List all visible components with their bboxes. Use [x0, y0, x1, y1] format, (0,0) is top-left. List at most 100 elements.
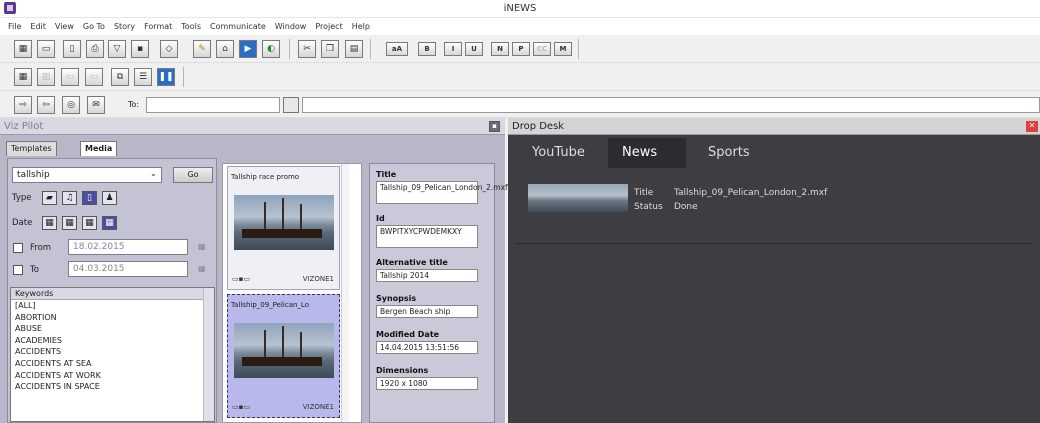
list-item[interactable]: [ALL]	[11, 300, 214, 312]
print-icon[interactable]: ⎙	[86, 40, 104, 58]
normal-button[interactable]: N	[491, 42, 509, 56]
list-item[interactable]: ABUSE	[11, 323, 214, 335]
keywords-header-label: Keywords	[15, 289, 54, 298]
list-item[interactable]: ACCIDENTS AT SEA	[11, 358, 214, 370]
menu-file[interactable]: File	[8, 22, 21, 31]
font-size-button[interactable]: aA	[386, 42, 408, 56]
list-item[interactable]: ACCIDENTS IN SPACE	[11, 381, 214, 393]
tab-sports[interactable]: Sports	[694, 138, 764, 168]
panel2-icon[interactable]: ▭	[61, 68, 79, 86]
to-input[interactable]	[146, 97, 280, 113]
toolbar-row-1: ▦ ▭ ▯ ⎙ ▽ ▪ ◇ ✎ ⌂ ▶ ◐ ✂ ❐ ▤ aA B I U N P…	[0, 36, 1040, 63]
italic-button[interactable]: I	[444, 42, 462, 56]
toolbar-divider	[183, 67, 184, 87]
columns-icon[interactable]: ☰	[134, 68, 152, 86]
layout-icon[interactable]: ▦	[14, 40, 32, 58]
metadata-value[interactable]: BWPITXYCPWDEMKXY	[376, 225, 478, 248]
erase-icon[interactable]: ◇	[160, 40, 178, 58]
menu-story[interactable]: Story	[114, 22, 135, 31]
paste-icon[interactable]: ▤	[345, 40, 363, 58]
metadata-value[interactable]: 14.04.2015 13:51:56	[376, 341, 478, 354]
keywords-list: Keywords [ALL] ABORTION ABUSE ACADEMIES …	[10, 287, 215, 422]
save-icon[interactable]: ▪	[131, 40, 149, 58]
month-calendar-icon[interactable]: ▦	[82, 216, 97, 230]
week-calendar-icon[interactable]: ▦	[62, 216, 77, 230]
menu-project[interactable]: Project	[315, 22, 342, 31]
menu-view[interactable]: View	[55, 22, 74, 31]
pencil-icon[interactable]: ✎	[193, 40, 211, 58]
list-item[interactable]: ABORTION	[11, 312, 214, 324]
document-icon[interactable]: ▯	[63, 40, 81, 58]
to-checkbox[interactable]	[13, 265, 23, 275]
tab-media[interactable]: Media	[80, 141, 118, 156]
tab-templates[interactable]: Templates	[6, 141, 57, 156]
film-icon[interactable]: ▶	[239, 40, 257, 58]
tab-youtube[interactable]: YouTube	[518, 138, 599, 168]
panel3-icon[interactable]: ▭	[85, 68, 103, 86]
cc-button[interactable]: CC	[533, 42, 551, 56]
tab-news[interactable]: News	[608, 138, 686, 168]
media-card[interactable]: Tallship race promo ▭▪▭ VIZONE1	[227, 166, 340, 290]
lock-icon[interactable]: ⌂	[216, 40, 234, 58]
to-date-field[interactable]: 04.03.2015	[68, 261, 188, 277]
copy-icon[interactable]: ❐	[321, 40, 339, 58]
list-item[interactable]: ACCIDENTS AT WORK	[11, 370, 214, 382]
send-icon[interactable]: ⇨	[14, 96, 32, 114]
p-button[interactable]: P	[512, 42, 530, 56]
keywords-scrollbar[interactable]	[203, 288, 214, 421]
attach-icon[interactable]: ◎	[62, 96, 80, 114]
search-input[interactable]: tallship	[12, 167, 162, 183]
pause-icon[interactable]: ❚❚	[157, 68, 175, 86]
item-status-value: Done	[674, 202, 698, 212]
metadata-value[interactable]: 1920 x 1080	[376, 377, 478, 390]
from-date-field[interactable]: 18.02.2015	[68, 239, 188, 255]
keywords-header: Keywords	[11, 288, 214, 300]
menu-edit[interactable]: Edit	[30, 22, 46, 31]
cut-icon[interactable]: ✂	[298, 40, 316, 58]
split-icon[interactable]: ⧉	[111, 68, 129, 86]
bold-button[interactable]: B	[418, 42, 436, 56]
metadata-value[interactable]: Tallship_09_Pelican_London_2.mxf	[376, 181, 508, 204]
calendar-icon[interactable]: ▦	[198, 264, 206, 273]
close-icon[interactable]: ▪	[489, 121, 500, 132]
window-icon[interactable]: ▭	[37, 40, 55, 58]
menu-go-to[interactable]: Go To	[83, 22, 105, 31]
title-bar: iNEWS	[0, 0, 1040, 18]
menu-communicate[interactable]: Communicate	[210, 22, 266, 31]
globe-icon[interactable]: ◐	[262, 40, 280, 58]
menu-format[interactable]: Format	[144, 22, 172, 31]
go-button[interactable]: Go	[173, 167, 213, 183]
metadata-value[interactable]: Bergen Beach ship	[376, 305, 478, 318]
media-scrollbar[interactable]	[341, 164, 349, 422]
menu-tools[interactable]: Tools	[181, 22, 201, 31]
underline-button[interactable]: U	[465, 42, 483, 56]
range-calendar-icon[interactable]: ▦	[102, 216, 117, 230]
metadata-value[interactable]: Tallship 2014	[376, 269, 478, 282]
reply-icon[interactable]: ⇦	[37, 96, 55, 114]
person-type-icon[interactable]: ♟	[102, 191, 117, 205]
menu-window[interactable]: Window	[275, 22, 307, 31]
panel-icon[interactable]: ▥	[37, 68, 55, 86]
ship-hull	[242, 229, 322, 238]
menu-help[interactable]: Help	[352, 22, 370, 31]
from-checkbox[interactable]	[13, 243, 23, 253]
from-label: From	[30, 243, 52, 253]
media-card-selected[interactable]: Tallship_09_Pelican_Lo ▭▪▭ VIZONE1	[227, 294, 340, 418]
list-item[interactable]: ACCIDENTS	[11, 346, 214, 358]
close-icon[interactable]: ✕	[1026, 121, 1038, 132]
drop-desk-item[interactable]	[528, 184, 628, 214]
video-type-icon[interactable]: ▰	[42, 191, 57, 205]
day-calendar-icon[interactable]: ▦	[42, 216, 57, 230]
audio-type-icon[interactable]: ♫	[62, 191, 77, 205]
chevron-down-icon[interactable]: ⌄	[150, 169, 157, 178]
mail-icon[interactable]: ✉	[87, 96, 105, 114]
grid-icon[interactable]: ▦	[14, 68, 32, 86]
menu-bar: File Edit View Go To Story Format Tools …	[0, 18, 1040, 35]
image-type-icon[interactable]: ▯	[82, 191, 97, 205]
m-button[interactable]: M	[554, 42, 572, 56]
to-picker-button[interactable]	[283, 97, 299, 113]
calendar-icon[interactable]: ▦	[198, 242, 206, 251]
list-item[interactable]: ACADEMIES	[11, 335, 214, 347]
subject-input[interactable]	[302, 97, 1040, 113]
filter-icon[interactable]: ▽	[108, 40, 126, 58]
